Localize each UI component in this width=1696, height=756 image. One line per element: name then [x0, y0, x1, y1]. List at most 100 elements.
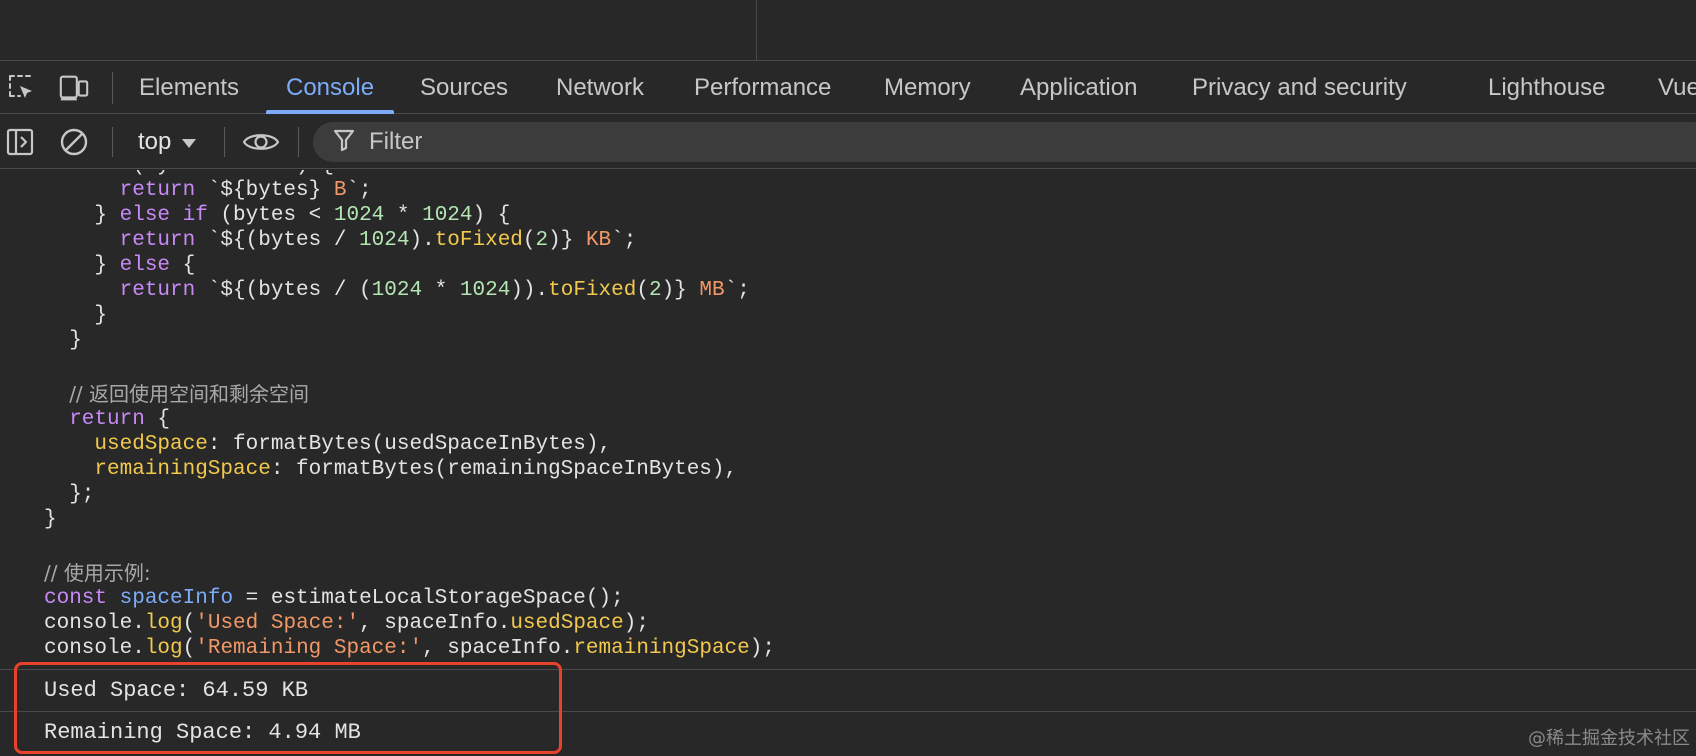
code-token: )). [510, 279, 549, 302]
code-token: console. [44, 612, 145, 635]
console-toolbar: top [0, 115, 1696, 169]
watermark: @稀土掘金技术社区 [1528, 728, 1690, 749]
tab-console[interactable]: Console [265, 62, 395, 114]
code-token: , spaceInfo. [359, 612, 511, 635]
code-token: { [170, 254, 196, 277]
code-token: (bytes < [207, 204, 334, 227]
page-viewport-strip [0, 0, 1696, 61]
context-selector-value: top [138, 128, 172, 155]
console-output-remaining-space: Remaining Space: 4.94 MB [0, 711, 1696, 753]
code-line: return `${(bytes / 1024).toFixed(2)} KB`… [0, 228, 775, 253]
filter-input[interactable] [369, 128, 969, 156]
code-token: `; [346, 179, 372, 202]
code-token: ); [749, 637, 775, 660]
code-token: remainingSpace [573, 637, 750, 660]
code-token: toFixed [548, 279, 637, 302]
code-token: remainingSpace [94, 458, 271, 481]
code-token: : formatBytes(remainingSpaceInBytes), [270, 458, 738, 481]
code-token: 'Remaining Space:' [195, 637, 423, 660]
code-line: // 使用示例: [0, 561, 775, 586]
code-token: ( [636, 279, 649, 302]
code-token: { [144, 408, 171, 431]
code-token: 2 [648, 279, 662, 302]
code-token: return [69, 408, 145, 431]
code-token: console. [44, 637, 145, 660]
code-token: }; [69, 483, 95, 506]
code-token: return [119, 279, 196, 302]
code-line: console.log('Used Space:', spaceInfo.use… [0, 611, 775, 636]
code-token: ). [409, 229, 435, 252]
clear-console-icon[interactable] [58, 126, 90, 158]
code-token: 1024 [371, 279, 423, 302]
sidebar-toggle-icon[interactable] [4, 126, 36, 158]
code-token: 'Used Space:' [195, 612, 360, 635]
code-token: return [119, 179, 196, 202]
code-token: } [44, 508, 57, 531]
inspect-element-icon[interactable] [6, 72, 38, 104]
device-toolbar-icon[interactable] [58, 72, 90, 104]
code-token: ( [522, 229, 536, 252]
code-token: * [384, 204, 423, 227]
code-token: `${(bytes / ( [195, 279, 372, 302]
code-line: usedSpace: formatBytes(usedSpaceInBytes)… [0, 432, 775, 457]
code-token: )} [548, 229, 586, 252]
code-token: `${(bytes / [195, 229, 360, 252]
code-token: ( [182, 637, 196, 660]
devtools-tab-bar: Elements Console Sources Network Perform… [0, 62, 1696, 114]
code-token: `; [724, 279, 750, 302]
code-token: 1024 [333, 204, 385, 227]
context-selector[interactable]: top [138, 126, 197, 158]
tab-application[interactable]: Application [1020, 62, 1137, 114]
code-line: } else if (bytes < 1024 * 1024) { [0, 203, 775, 228]
tab-network[interactable]: Network [556, 62, 644, 114]
code-token: log [144, 637, 183, 660]
tab-performance[interactable]: Performance [694, 62, 831, 114]
live-expression-eye-icon[interactable] [242, 126, 280, 158]
code-token: 1024 [459, 279, 511, 302]
code-line: } [0, 507, 775, 532]
viewport-divider[interactable] [756, 0, 757, 61]
code-token: else [119, 254, 171, 277]
code-token: B [333, 179, 347, 202]
tab-elements[interactable]: Elements [139, 62, 239, 114]
code-token: MB [699, 279, 725, 302]
tab-sources[interactable]: Sources [420, 62, 508, 114]
code-token: toFixed [434, 229, 523, 252]
caret-down-icon [181, 126, 197, 158]
code-token: KB [585, 229, 612, 252]
code-line: return { [0, 407, 775, 432]
code-line: const spaceInfo = estimateLocalStorageSp… [0, 586, 775, 611]
console-messages[interactable]: if (bytes < 1024) {return `${bytes} B`;}… [0, 170, 1696, 666]
code-token: } [94, 204, 120, 227]
code-line: // 返回使用空间和剩余空间 [0, 382, 775, 407]
tab-privacy-and-security[interactable]: Privacy and security [1192, 62, 1407, 114]
code-token: if [94, 170, 119, 177]
code-line: remainingSpace: formatBytes(remainingSpa… [0, 457, 775, 482]
code-line: console.log('Remaining Space:', spaceInf… [0, 636, 775, 661]
code-token: // 使用示例: [44, 561, 151, 585]
code-token: ( [182, 612, 196, 635]
tab-vue[interactable]: Vue [1658, 62, 1696, 114]
tab-bar-divider [112, 72, 113, 104]
code-token: )} [661, 279, 700, 302]
tab-memory[interactable]: Memory [884, 62, 971, 114]
code-token: return [119, 229, 196, 252]
code-block: if (bytes < 1024) {return `${bytes} B`;}… [0, 170, 775, 661]
code-line: } [0, 328, 775, 353]
code-token: `; [611, 229, 637, 252]
tab-lighthouse[interactable]: Lighthouse [1488, 62, 1605, 114]
code-token: log [144, 612, 183, 635]
code-line: return `${(bytes / (1024 * 1024)).toFixe… [0, 278, 775, 303]
toolbar-divider [298, 127, 299, 157]
code-token: * [422, 279, 460, 302]
code-line: } else { [0, 253, 775, 278]
filter-box[interactable] [313, 122, 1696, 162]
code-token: else if [119, 204, 208, 227]
toolbar-divider [224, 127, 225, 157]
toolbar-divider [112, 127, 113, 157]
code-token: usedSpace [510, 612, 624, 635]
code-token: spaceInfo [119, 587, 234, 610]
console-output-used-space: Used Space: 64.59 KB [0, 669, 1696, 711]
code-line: } [0, 303, 775, 328]
